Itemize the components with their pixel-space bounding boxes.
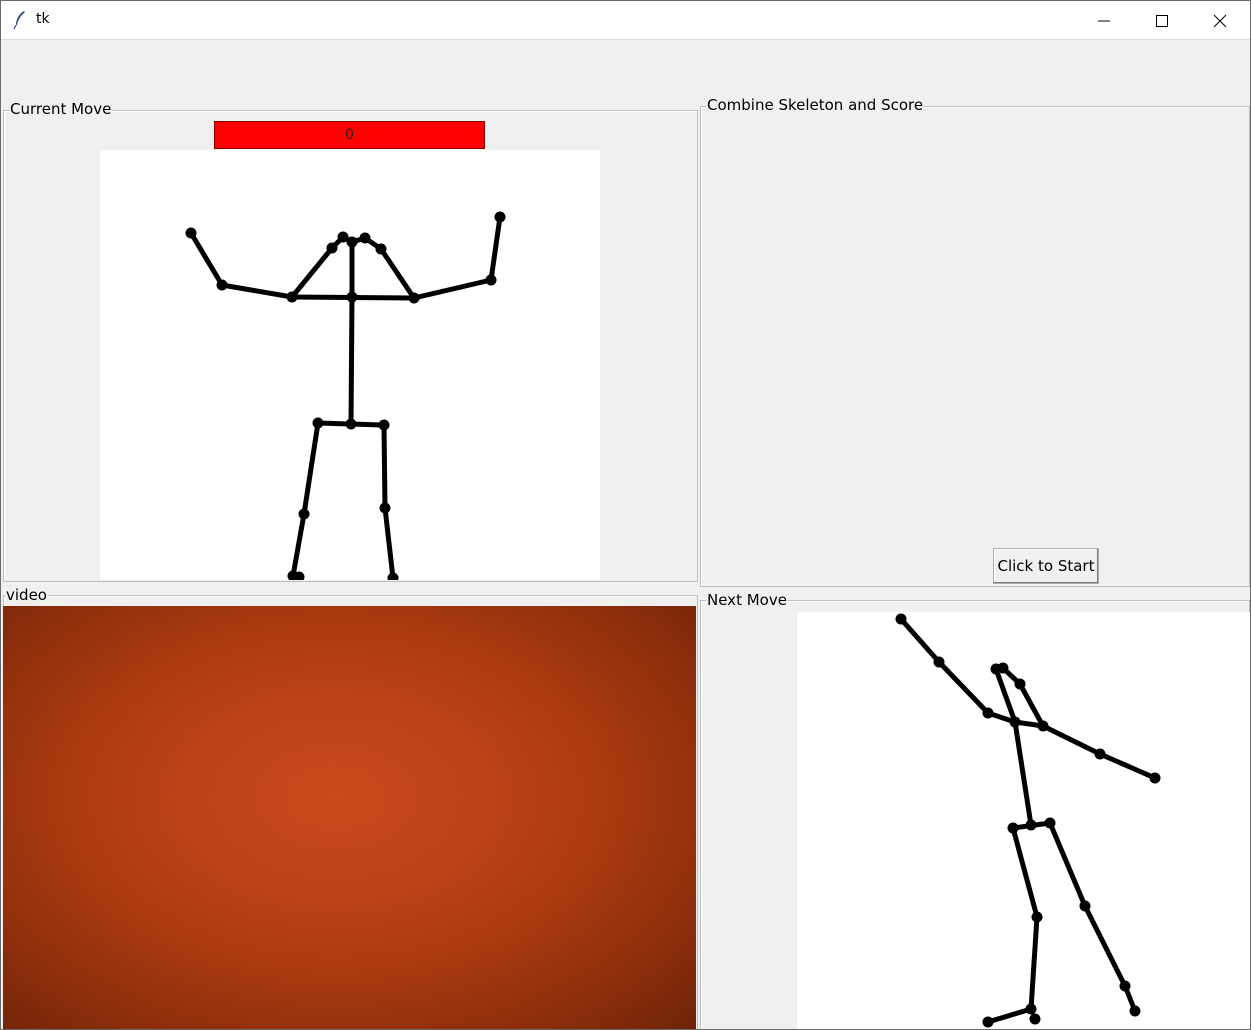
next-move-skeleton xyxy=(895,613,1161,1028)
close-button[interactable] xyxy=(1191,1,1249,40)
current-move-canvas xyxy=(100,150,600,584)
score-bar: 0 xyxy=(214,121,485,149)
minimize-icon xyxy=(1098,20,1110,22)
close-icon xyxy=(1213,14,1227,28)
combine-label: Combine Skeleton and Score xyxy=(706,96,925,114)
window-title: tk xyxy=(36,11,50,27)
video-feed xyxy=(3,606,696,1029)
feather-icon xyxy=(13,11,25,30)
current-move-label: Current Move xyxy=(9,100,113,118)
video-label: video xyxy=(5,586,48,604)
maximize-button[interactable] xyxy=(1133,1,1191,40)
minimize-button[interactable] xyxy=(1075,1,1133,40)
next-move-label: Next Move xyxy=(706,591,788,609)
click-to-start-button[interactable]: Click to Start xyxy=(993,548,1099,584)
title-bar: tk xyxy=(1,1,1250,40)
next-move-canvas xyxy=(797,612,1250,1029)
app-window: tk Current Move 0 Combine Skeleton and S… xyxy=(0,0,1251,1030)
combine-frame xyxy=(700,106,1250,587)
maximize-icon xyxy=(1156,15,1168,27)
current-move-skeleton xyxy=(185,211,506,584)
